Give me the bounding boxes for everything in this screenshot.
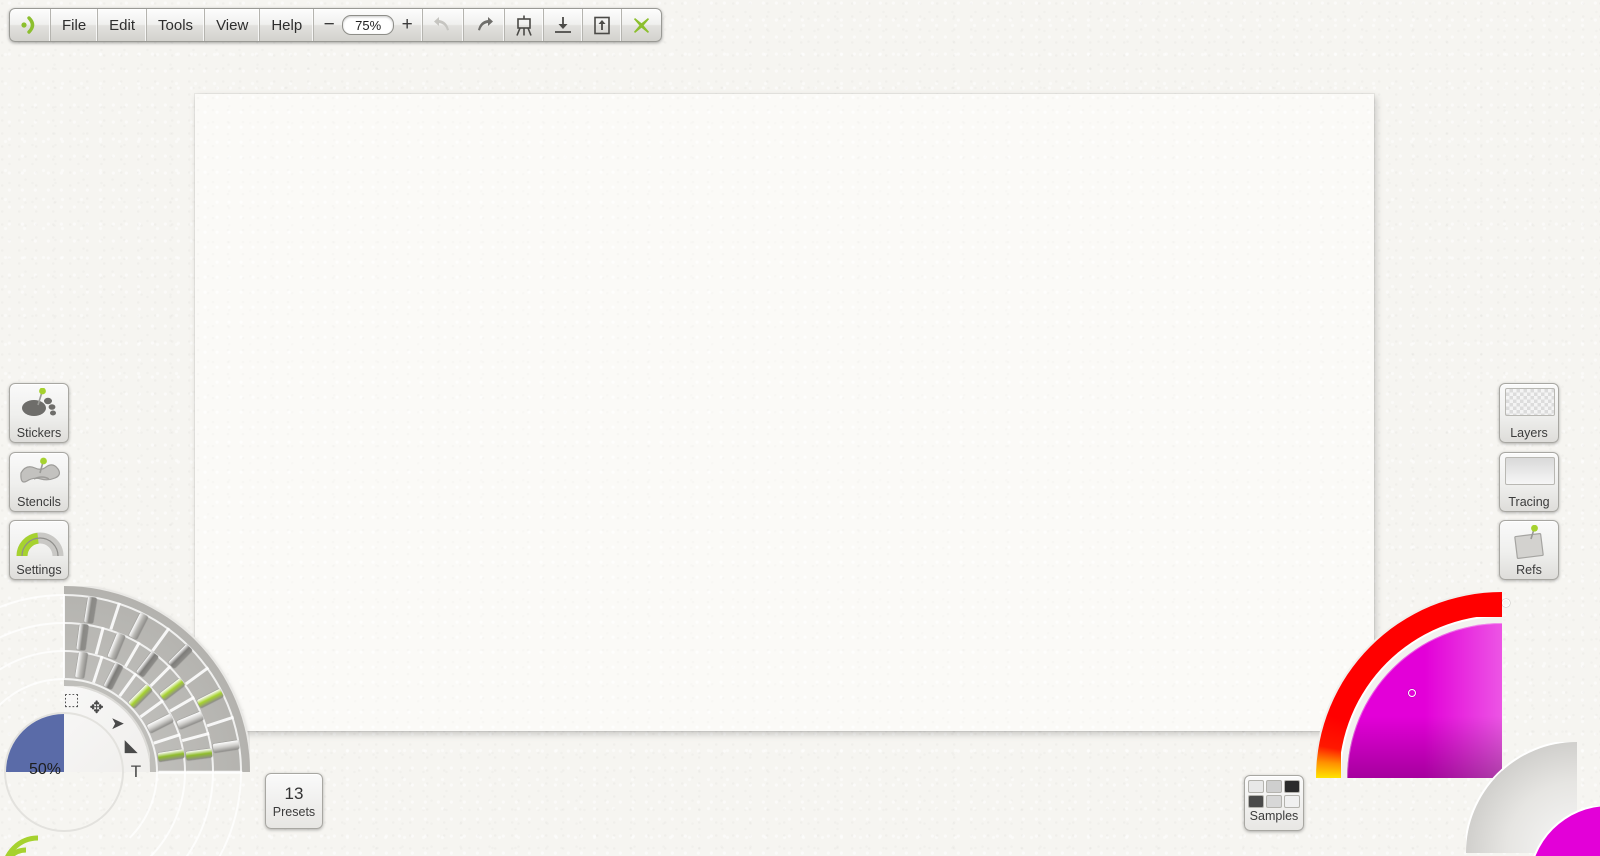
color-picker[interactable]: Metallic 0% <box>1316 592 1600 856</box>
paint-bucket-icon: ◣ <box>124 736 138 756</box>
stencil-pin-icon <box>20 457 61 483</box>
green-cross-close-icon <box>634 17 650 33</box>
up-arrow-in-box-icon <box>594 16 610 34</box>
ink-pen-icon <box>128 612 149 640</box>
saturation-value-marker[interactable] <box>1408 689 1416 697</box>
glue-bottle-icon <box>196 687 224 708</box>
menu-view-label: View <box>216 16 249 34</box>
tool-text[interactable]: T <box>121 757 151 787</box>
sample-swatch[interactable] <box>1248 795 1264 808</box>
tool-wheel[interactable]: ⬚ ✥ ➤ ◣ T 50% <box>0 586 250 856</box>
panel-button-tracing[interactable]: Tracing <box>1499 452 1559 512</box>
text-tool-icon: T <box>130 762 142 781</box>
presets-count: 13 <box>284 784 304 803</box>
zoom-out-button[interactable]: − <box>321 14 337 36</box>
sample-swatch[interactable] <box>1248 780 1264 793</box>
zoom-value-field[interactable]: 75% <box>342 15 395 35</box>
felt-pen-icon <box>158 677 185 701</box>
down-arrow-to-line-icon <box>555 16 572 33</box>
glitter-tube-icon <box>167 643 193 669</box>
samples-grid <box>1248 780 1300 808</box>
samples-label: Samples <box>1249 809 1299 823</box>
presets-button[interactable]: 13 Presets <box>265 773 323 829</box>
easel-button[interactable] <box>505 9 545 41</box>
export-button[interactable] <box>583 9 623 41</box>
panel-label-stickers: Stickers <box>16 426 62 440</box>
footprint-pin-icon <box>22 387 56 416</box>
panel-button-stencils[interactable]: Stencils <box>9 452 69 512</box>
panel-label-stencils: Stencils <box>17 495 61 509</box>
chalk-icon <box>135 651 159 678</box>
gradient-swatch-icon <box>1505 457 1555 485</box>
close-button[interactable] <box>622 9 661 41</box>
checkerboard-swatch-icon <box>1505 388 1555 416</box>
paint-tube-icon <box>83 596 97 624</box>
sample-swatch[interactable] <box>1266 780 1282 793</box>
samples-panel[interactable]: Samples <box>1244 775 1304 831</box>
menu-help-label: Help <box>271 16 303 34</box>
panel-button-stickers[interactable]: Stickers <box>9 383 69 443</box>
panel-button-settings[interactable]: Settings <box>9 520 69 580</box>
gloop-pen-icon <box>212 739 240 753</box>
stencils-art <box>14 457 64 493</box>
undo-button[interactable] <box>423 9 465 41</box>
brush-size-label: 50% <box>28 761 62 778</box>
main-toolbar: File Edit Tools View Help − 75% + <box>9 8 663 42</box>
drawing-canvas[interactable] <box>195 94 1374 731</box>
panel-label-settings: Settings <box>16 563 62 577</box>
redo-arrow-icon <box>478 17 494 31</box>
undo-arrow-icon <box>434 17 450 31</box>
zoom-in-button[interactable]: + <box>399 14 415 36</box>
menu-file[interactable]: File <box>51 9 99 41</box>
panel-label-tracing: Tracing <box>1508 495 1550 509</box>
sample-swatch[interactable] <box>1284 795 1300 808</box>
menu-tools[interactable]: Tools <box>147 9 206 41</box>
panel-button-refs[interactable]: Refs <box>1499 520 1559 580</box>
app-logo-button[interactable] <box>10 9 51 41</box>
tool-paint-tube[interactable] <box>70 591 109 630</box>
menu-file-label: File <box>62 16 87 34</box>
panel-label-layers: Layers <box>1510 426 1548 440</box>
pinned-photo-icon <box>1514 524 1544 559</box>
hue-marker[interactable] <box>1502 599 1510 607</box>
marquee-select-icon: ⬚ <box>63 690 80 710</box>
artrage-corner-logo-icon <box>5 835 39 856</box>
panel-label-refs: Refs <box>1516 563 1542 577</box>
sample-swatch[interactable] <box>1266 795 1282 808</box>
flatten-button[interactable] <box>544 9 584 41</box>
gauge-arc-icon <box>16 532 64 557</box>
artrage-logo-icon <box>21 16 35 34</box>
menu-edit-label: Edit <box>109 16 136 34</box>
redo-button[interactable] <box>464 9 506 41</box>
zoom-control-group: − 75% + <box>314 9 424 41</box>
easel-icon <box>516 15 532 36</box>
menu-help[interactable]: Help <box>260 9 315 41</box>
paint-roller-icon <box>157 748 185 762</box>
menu-edit[interactable]: Edit <box>98 9 148 41</box>
sample-swatch[interactable] <box>1284 780 1300 793</box>
settings-art <box>14 525 64 561</box>
presets-label: Presets <box>272 805 316 819</box>
tool-gloop-pen[interactable] <box>207 727 246 766</box>
panel-button-layers[interactable]: Layers <box>1499 383 1559 443</box>
paint-brush-icon <box>74 651 88 679</box>
refs-art <box>1504 524 1554 561</box>
menu-tools-label: Tools <box>158 16 194 34</box>
knife-icon <box>75 623 88 651</box>
stickers-art <box>14 387 64 424</box>
menu-view[interactable]: View <box>205 9 261 41</box>
eraser-icon <box>185 748 213 761</box>
